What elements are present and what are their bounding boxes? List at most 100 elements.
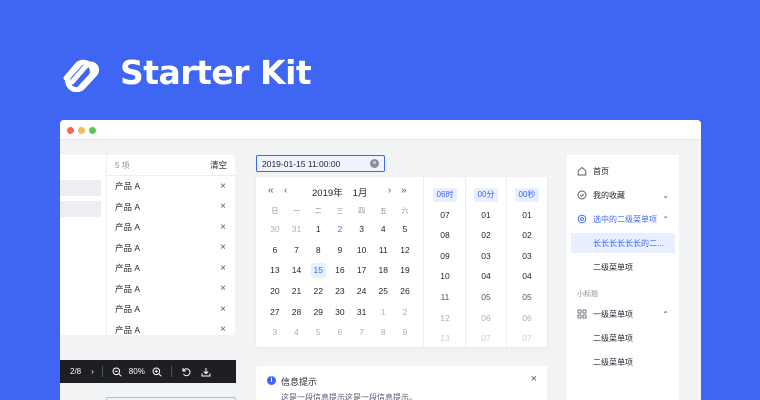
menu-item-sub[interactable]: 二级菜单项: [567, 257, 679, 277]
time-selected[interactable]: 06时: [425, 184, 465, 205]
download-icon[interactable]: [200, 366, 212, 378]
day-cell[interactable]: 21: [286, 286, 308, 296]
day-cell[interactable]: 8: [372, 327, 394, 337]
time-option[interactable]: 02: [507, 225, 547, 246]
day-cell[interactable]: 24: [351, 286, 373, 296]
close-window-button[interactable]: [67, 127, 74, 134]
day-cell[interactable]: 27: [264, 307, 286, 317]
minimize-window-button[interactable]: [78, 127, 85, 134]
day-cell[interactable]: 20: [264, 286, 286, 296]
next-year-icon[interactable]: »: [401, 185, 407, 196]
day-cell[interactable]: 7: [286, 245, 308, 255]
time-option[interactable]: 05: [507, 287, 547, 308]
zoom-out-icon[interactable]: [111, 366, 123, 378]
time-option[interactable]: 01: [466, 205, 506, 226]
day-cell[interactable]: 13: [264, 265, 286, 275]
remove-icon[interactable]: ×: [220, 222, 226, 233]
clear-icon[interactable]: ×: [370, 159, 379, 168]
close-icon[interactable]: ×: [531, 373, 537, 385]
menu-item-favorites[interactable]: 我的收藏 ⌄: [567, 185, 679, 205]
prev-month-icon[interactable]: ‹: [284, 185, 287, 196]
time-selected[interactable]: 00秒: [507, 184, 547, 205]
menu-item-selected-submenu[interactable]: 选中的二级菜单项 ⌃: [567, 209, 679, 229]
time-column[interactable]: 00分 01 02 03 04 05 06 07: [466, 177, 507, 347]
time-option[interactable]: 07: [425, 205, 465, 226]
day-cell[interactable]: 6: [329, 327, 351, 337]
time-option[interactable]: 09: [425, 246, 465, 267]
day-cell[interactable]: 19: [394, 265, 416, 275]
time-option[interactable]: 10: [425, 266, 465, 287]
day-cell[interactable]: 29: [307, 307, 329, 317]
time-option[interactable]: 05: [466, 287, 506, 308]
day-cell[interactable]: 25: [372, 286, 394, 296]
day-cell[interactable]: 5: [394, 224, 416, 234]
time-column[interactable]: 06时 07 08 09 10 11 12 13: [425, 177, 466, 347]
rotate-icon[interactable]: [180, 366, 192, 378]
time-option[interactable]: 07: [466, 328, 506, 349]
day-cell[interactable]: 16: [329, 265, 351, 275]
next-month-icon[interactable]: ›: [388, 185, 391, 196]
time-selected[interactable]: 00分: [466, 184, 506, 205]
time-option[interactable]: 06: [466, 308, 506, 329]
day-cell[interactable]: 4: [372, 224, 394, 234]
remove-icon[interactable]: ×: [220, 263, 226, 274]
time-option[interactable]: 03: [466, 246, 506, 267]
day-cell[interactable]: 8: [307, 245, 329, 255]
day-cell[interactable]: 30: [329, 307, 351, 317]
time-option[interactable]: 04: [507, 266, 547, 287]
day-cell[interactable]: 12: [394, 245, 416, 255]
year-label[interactable]: 2019年: [312, 188, 343, 199]
menu-item-home[interactable]: 首页: [567, 161, 679, 181]
day-cell[interactable]: 11: [372, 245, 394, 255]
day-cell[interactable]: 1: [372, 307, 394, 317]
menu-item-level1[interactable]: 一级菜单项 ⌃: [567, 304, 679, 324]
day-cell[interactable]: 7: [351, 327, 373, 337]
remove-icon[interactable]: ×: [220, 201, 226, 212]
menu-item-sub[interactable]: 二级菜单项: [567, 352, 679, 372]
menu-item-sub[interactable]: 二级菜单项: [567, 328, 679, 348]
time-option[interactable]: 13: [425, 328, 465, 349]
day-cell[interactable]: 10: [351, 245, 373, 255]
day-cell[interactable]: 2: [394, 307, 416, 317]
remove-icon[interactable]: ×: [220, 304, 226, 315]
day-cell[interactable]: 1: [307, 224, 329, 234]
day-cell[interactable]: 9: [394, 327, 416, 337]
zoom-in-icon[interactable]: [151, 366, 163, 378]
day-cell[interactable]: 14: [286, 265, 308, 275]
day-cell[interactable]: 17: [351, 265, 373, 275]
datetime-input[interactable]: 2019-01-15 11:00:00 ×: [256, 155, 385, 172]
day-cell[interactable]: 30: [264, 224, 286, 234]
day-cell[interactable]: 31: [351, 307, 373, 317]
day-cell[interactable]: 3: [351, 224, 373, 234]
day-cell[interactable]: 31: [286, 224, 308, 234]
remove-icon[interactable]: ×: [220, 324, 226, 335]
day-cell[interactable]: 18: [372, 265, 394, 275]
time-option[interactable]: 08: [425, 225, 465, 246]
menu-item-long[interactable]: 长长长长长长的二...: [571, 233, 675, 253]
remove-icon[interactable]: ×: [220, 242, 226, 253]
day-cell[interactable]: 22: [307, 286, 329, 296]
day-cell[interactable]: 9: [329, 245, 351, 255]
time-option[interactable]: 04: [466, 266, 506, 287]
clear-button[interactable]: 清空: [210, 159, 227, 171]
time-option[interactable]: 07: [507, 328, 547, 349]
time-option[interactable]: 06: [507, 308, 547, 329]
time-option[interactable]: 01: [507, 205, 547, 226]
time-option[interactable]: 02: [466, 225, 506, 246]
remove-icon[interactable]: ×: [220, 181, 226, 192]
time-option[interactable]: 03: [507, 246, 547, 267]
day-cell[interactable]: 3: [264, 327, 286, 337]
remove-icon[interactable]: ×: [220, 283, 226, 294]
time-column[interactable]: 00秒 01 02 03 04 05 06 07: [507, 177, 547, 347]
next-page-button[interactable]: ›: [91, 367, 94, 376]
time-option[interactable]: 11: [425, 287, 465, 308]
month-label[interactable]: 1月: [353, 188, 368, 199]
day-cell[interactable]: 23: [329, 286, 351, 296]
day-cell[interactable]: 26: [394, 286, 416, 296]
maximize-window-button[interactable]: [89, 127, 96, 134]
source-item[interactable]: [60, 201, 101, 217]
day-cell[interactable]: 6: [264, 245, 286, 255]
prev-year-icon[interactable]: «: [268, 185, 274, 196]
source-item[interactable]: [60, 180, 101, 196]
day-cell[interactable]: 5: [307, 327, 329, 337]
